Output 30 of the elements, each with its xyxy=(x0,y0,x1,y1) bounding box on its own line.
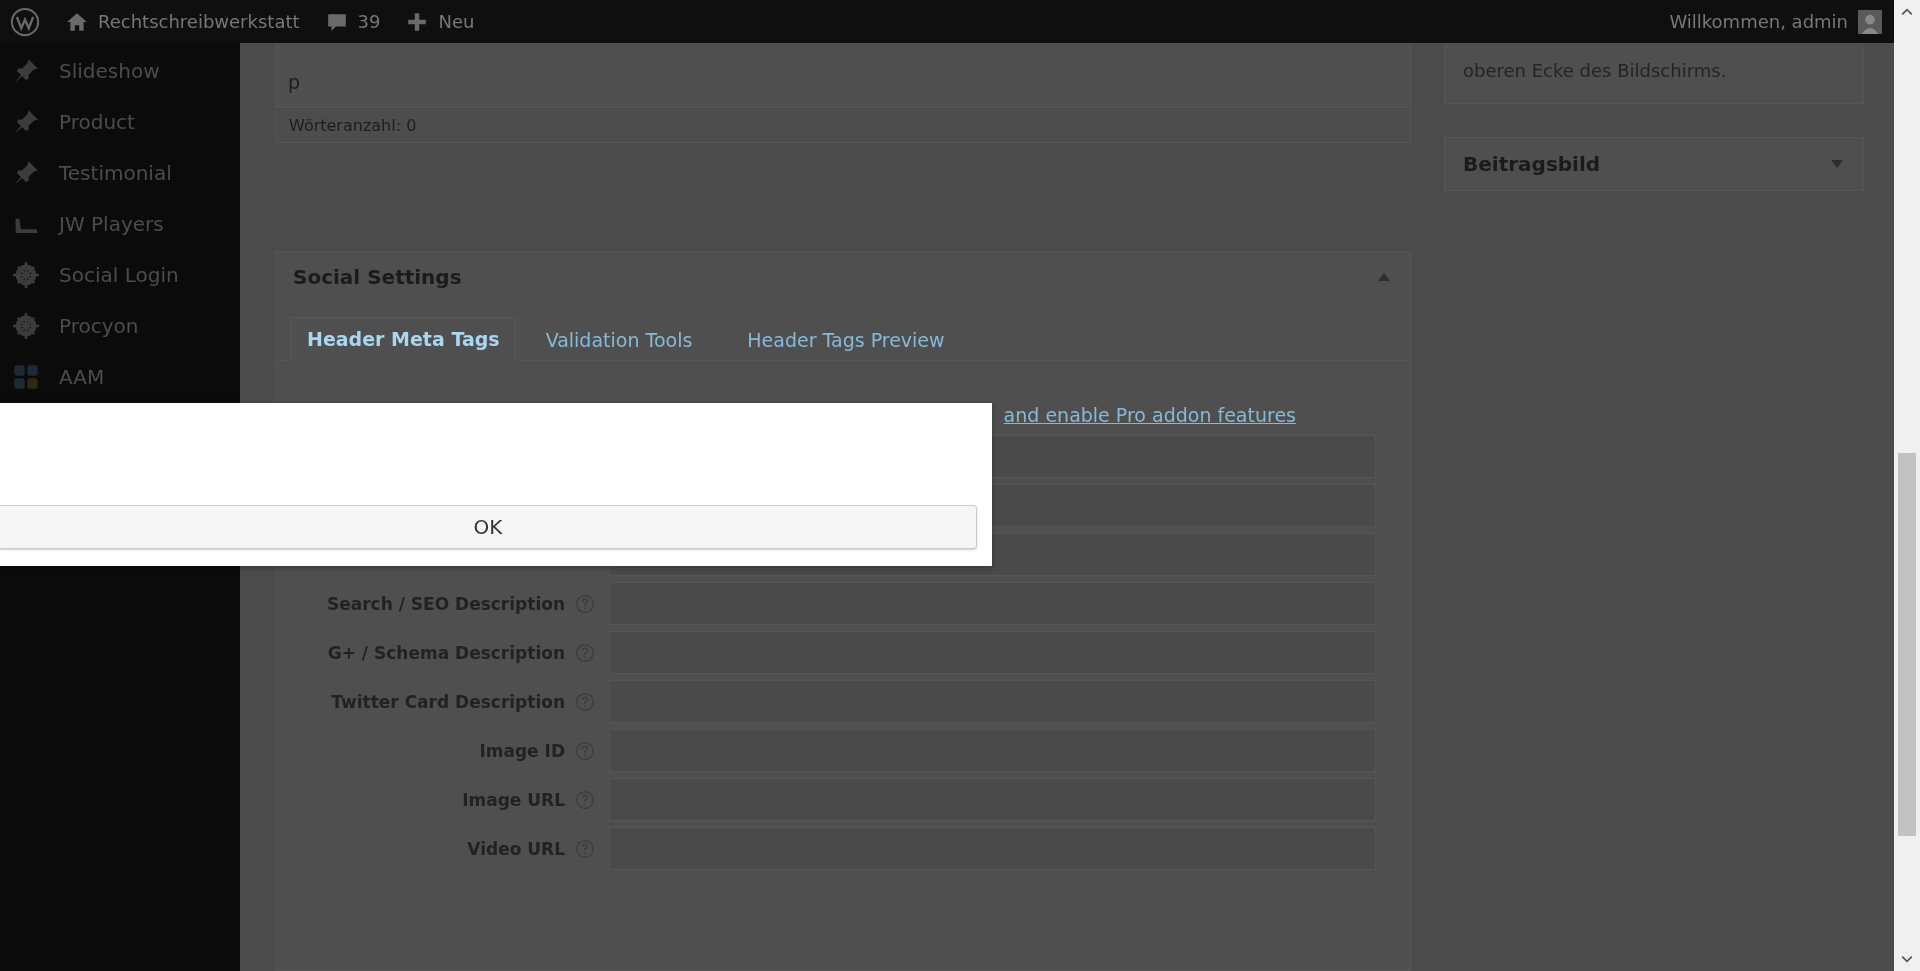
toggle-arrow-icon[interactable] xyxy=(1378,273,1390,281)
toggle-arrow-icon[interactable] xyxy=(1831,160,1843,168)
wordpress-logo-icon[interactable] xyxy=(10,6,40,37)
new-link[interactable]: Neu xyxy=(406,10,475,33)
sidebar-item[interactable]: JW Players xyxy=(0,198,240,249)
tab[interactable]: Validation Tools xyxy=(520,318,718,361)
plus-icon xyxy=(406,10,429,33)
grid-icon xyxy=(13,363,39,390)
scroll-down-icon[interactable] xyxy=(1901,955,1913,963)
pushpin-icon xyxy=(13,108,39,135)
ok-button[interactable]: OK xyxy=(0,505,977,549)
pushpin-icon xyxy=(13,159,39,186)
tab[interactable]: Header Tags Preview xyxy=(722,318,970,361)
sidebar-item[interactable]: Product xyxy=(0,96,240,147)
sidebar-item[interactable]: Slideshow xyxy=(0,45,240,96)
site-name-link[interactable]: Rechtschreibwerkstatt xyxy=(66,10,300,33)
pro-addon-link[interactable]: and enable Pro addon features xyxy=(1003,404,1296,426)
tab[interactable]: Header Meta Tags xyxy=(291,317,516,361)
scroll-up-icon[interactable] xyxy=(1901,8,1913,16)
gear-icon xyxy=(13,261,39,288)
scrollbar[interactable] xyxy=(1894,0,1920,971)
sidebar-item[interactable]: AAM xyxy=(0,351,240,402)
sidebar-item[interactable]: Social Login xyxy=(0,249,240,300)
sidebar-item[interactable]: Testimonial xyxy=(0,147,240,198)
sidebar-item[interactable]: Procyon xyxy=(0,300,240,351)
pushpin-icon xyxy=(13,57,39,84)
comments-link[interactable]: 39 xyxy=(325,10,381,33)
avatar-icon xyxy=(1858,9,1882,34)
account-link[interactable]: Willkommen, admin xyxy=(1669,9,1894,34)
gear-icon xyxy=(13,312,39,339)
